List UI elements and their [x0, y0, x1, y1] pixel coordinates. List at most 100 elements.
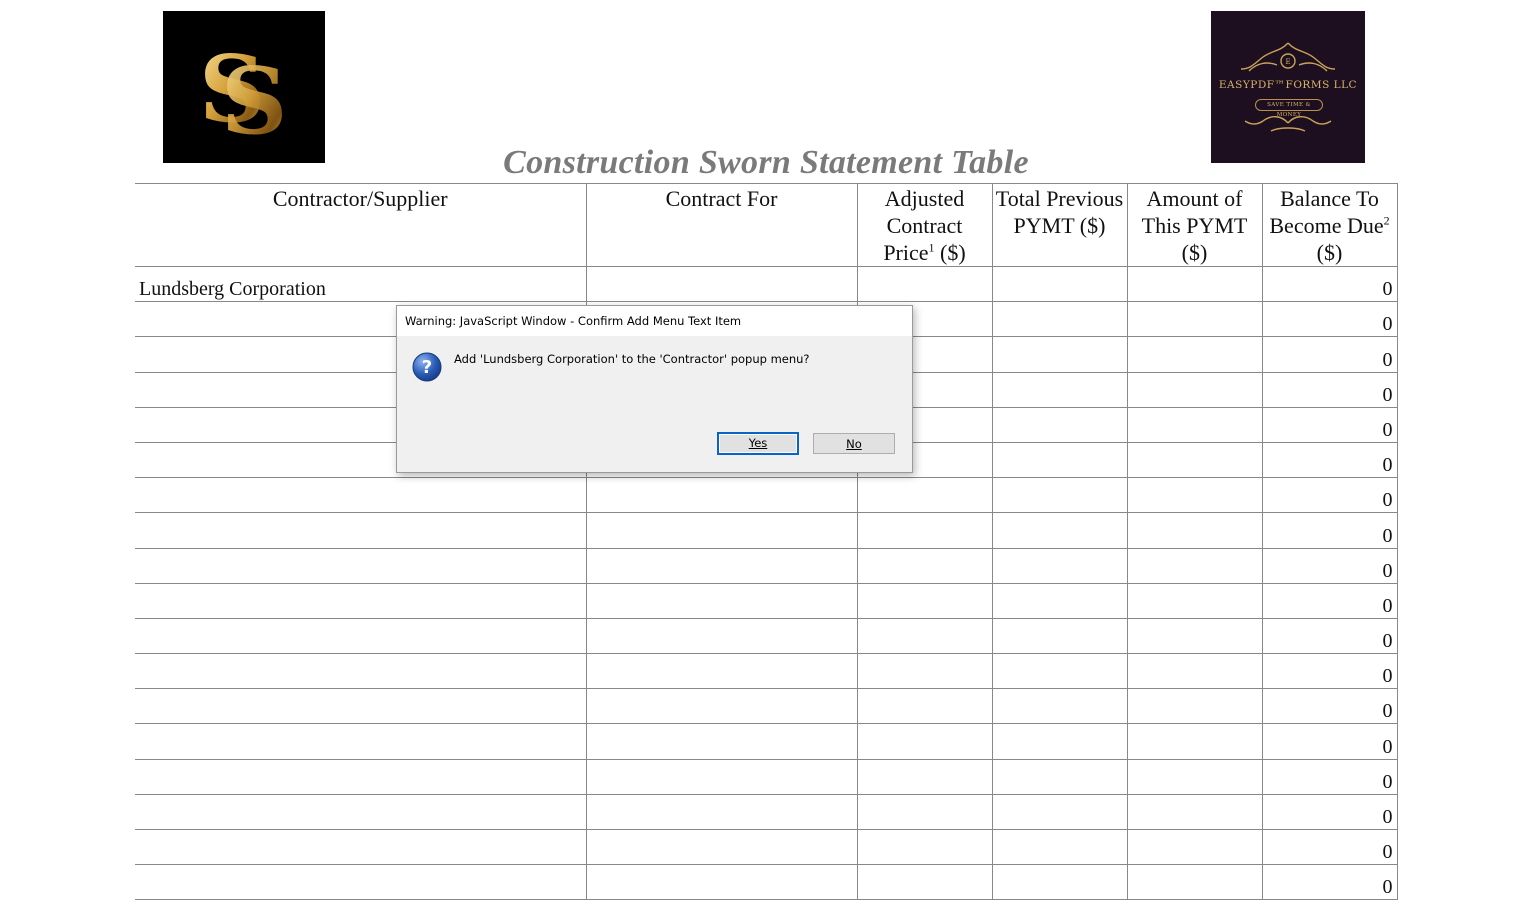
previous-payment-cell[interactable]: [991, 759, 1127, 795]
previous-payment-cell[interactable]: [991, 477, 1127, 514]
balance-cell: 0: [1261, 336, 1398, 373]
contract-for-cell[interactable]: [585, 829, 857, 866]
adjusted-price-cell[interactable]: [856, 829, 992, 866]
adjusted-price-cell[interactable]: [856, 864, 992, 901]
contract-for-cell[interactable]: [585, 477, 857, 514]
contract-for-cell[interactable]: [585, 759, 857, 795]
previous-payment-cell[interactable]: [991, 301, 1127, 338]
previous-payment-cell[interactable]: [991, 794, 1127, 831]
svg-text:E: E: [1285, 58, 1290, 66]
contract-for-cell[interactable]: [585, 266, 857, 303]
contractor-cell[interactable]: [135, 548, 586, 584]
contractor-cell[interactable]: [135, 688, 586, 725]
this-payment-cell[interactable]: [1126, 864, 1262, 901]
previous-payment-cell[interactable]: [991, 723, 1127, 760]
balance-cell: 0: [1261, 442, 1398, 479]
adjusted-price-cell[interactable]: [856, 548, 992, 584]
adjusted-price-cell[interactable]: [856, 688, 992, 725]
contract-for-cell[interactable]: [585, 864, 857, 901]
contract-for-cell[interactable]: [585, 512, 857, 549]
yes-button[interactable]: Yes: [717, 432, 799, 455]
contract-for-cell[interactable]: [585, 688, 857, 725]
column-header-adjusted-price-unit: ($): [934, 240, 966, 265]
contractor-cell[interactable]: [135, 618, 586, 655]
balance-cell: 0: [1261, 618, 1398, 655]
previous-payment-cell[interactable]: [991, 583, 1127, 619]
no-button[interactable]: No: [813, 433, 895, 454]
this-payment-cell[interactable]: [1126, 794, 1262, 831]
balance-cell: 0: [1261, 829, 1398, 866]
table-row: 0: [135, 653, 1398, 690]
column-header-previous-payment: Total Previous PYMT ($): [991, 183, 1127, 267]
adjusted-price-cell[interactable]: [856, 618, 992, 655]
this-payment-cell[interactable]: [1126, 266, 1262, 303]
adjusted-price-cell[interactable]: [856, 653, 992, 690]
adjusted-price-cell[interactable]: [856, 759, 992, 795]
previous-payment-cell[interactable]: [991, 688, 1127, 725]
adjusted-price-cell[interactable]: [856, 512, 992, 549]
adjusted-price-cell[interactable]: [856, 583, 992, 619]
contractor-cell[interactable]: [135, 477, 586, 514]
contractor-cell[interactable]: [135, 512, 586, 549]
previous-payment-cell[interactable]: [991, 442, 1127, 479]
this-payment-cell[interactable]: [1126, 372, 1262, 408]
this-payment-cell[interactable]: [1126, 407, 1262, 443]
balance-cell: 0: [1261, 512, 1398, 549]
table-row: 0: [135, 512, 1398, 549]
contractor-cell[interactable]: [135, 829, 586, 866]
contract-for-cell[interactable]: [585, 723, 857, 760]
adjusted-price-cell[interactable]: [856, 477, 992, 514]
this-payment-cell[interactable]: [1126, 442, 1262, 479]
this-payment-cell[interactable]: [1126, 583, 1262, 619]
adjusted-price-cell[interactable]: [856, 266, 992, 303]
contractor-cell[interactable]: Lundsberg Corporation: [135, 266, 586, 303]
contract-for-cell[interactable]: [585, 618, 857, 655]
contractor-cell[interactable]: [135, 864, 586, 901]
this-payment-cell[interactable]: [1126, 759, 1262, 795]
column-header-balance: Balance To Become Due2 ($): [1261, 183, 1398, 267]
contract-for-cell[interactable]: [585, 548, 857, 584]
this-payment-cell[interactable]: [1126, 477, 1262, 514]
svg-text:?: ?: [422, 357, 432, 378]
previous-payment-cell[interactable]: [991, 548, 1127, 584]
previous-payment-cell[interactable]: [991, 266, 1127, 303]
contractor-cell[interactable]: [135, 723, 586, 760]
balance-cell: 0: [1261, 372, 1398, 408]
table-row: 0: [135, 794, 1398, 831]
previous-payment-cell[interactable]: [991, 653, 1127, 690]
this-payment-cell[interactable]: [1126, 548, 1262, 584]
previous-payment-cell[interactable]: [991, 407, 1127, 443]
this-payment-cell[interactable]: [1126, 336, 1262, 373]
adjusted-price-cell[interactable]: [856, 723, 992, 760]
previous-payment-cell[interactable]: [991, 618, 1127, 655]
this-payment-cell[interactable]: [1126, 688, 1262, 725]
dialog-title: Warning: JavaScript Window - Confirm Add…: [397, 306, 912, 336]
contract-for-cell[interactable]: [585, 653, 857, 690]
contractor-cell[interactable]: [135, 583, 586, 619]
adjusted-price-cell[interactable]: [856, 794, 992, 831]
contractor-cell[interactable]: [135, 794, 586, 831]
easypdf-forms-logo: E EASYPDF™FORMS LLC SAVE TIME & MONEY: [1211, 11, 1365, 163]
balance-cell: 0: [1261, 477, 1398, 514]
balance-cell: 0: [1261, 653, 1398, 690]
this-payment-cell[interactable]: [1126, 618, 1262, 655]
previous-payment-cell[interactable]: [991, 336, 1127, 373]
ss-monogram-logo: S S: [163, 11, 325, 163]
document-page: S S E EASYPDF™FORMS LLC SAVE TIME & MONE…: [0, 0, 1532, 912]
previous-payment-cell[interactable]: [991, 829, 1127, 866]
previous-payment-cell[interactable]: [991, 372, 1127, 408]
contractor-cell[interactable]: [135, 653, 586, 690]
this-payment-cell[interactable]: [1126, 829, 1262, 866]
previous-payment-cell[interactable]: [991, 864, 1127, 901]
table-row: 0: [135, 829, 1398, 866]
this-payment-cell[interactable]: [1126, 653, 1262, 690]
this-payment-cell[interactable]: [1126, 301, 1262, 338]
question-icon: ?: [412, 352, 442, 382]
this-payment-cell[interactable]: [1126, 512, 1262, 549]
table-row: 0: [135, 759, 1398, 795]
this-payment-cell[interactable]: [1126, 723, 1262, 760]
contractor-cell[interactable]: [135, 759, 586, 795]
previous-payment-cell[interactable]: [991, 512, 1127, 549]
contract-for-cell[interactable]: [585, 794, 857, 831]
contract-for-cell[interactable]: [585, 583, 857, 619]
